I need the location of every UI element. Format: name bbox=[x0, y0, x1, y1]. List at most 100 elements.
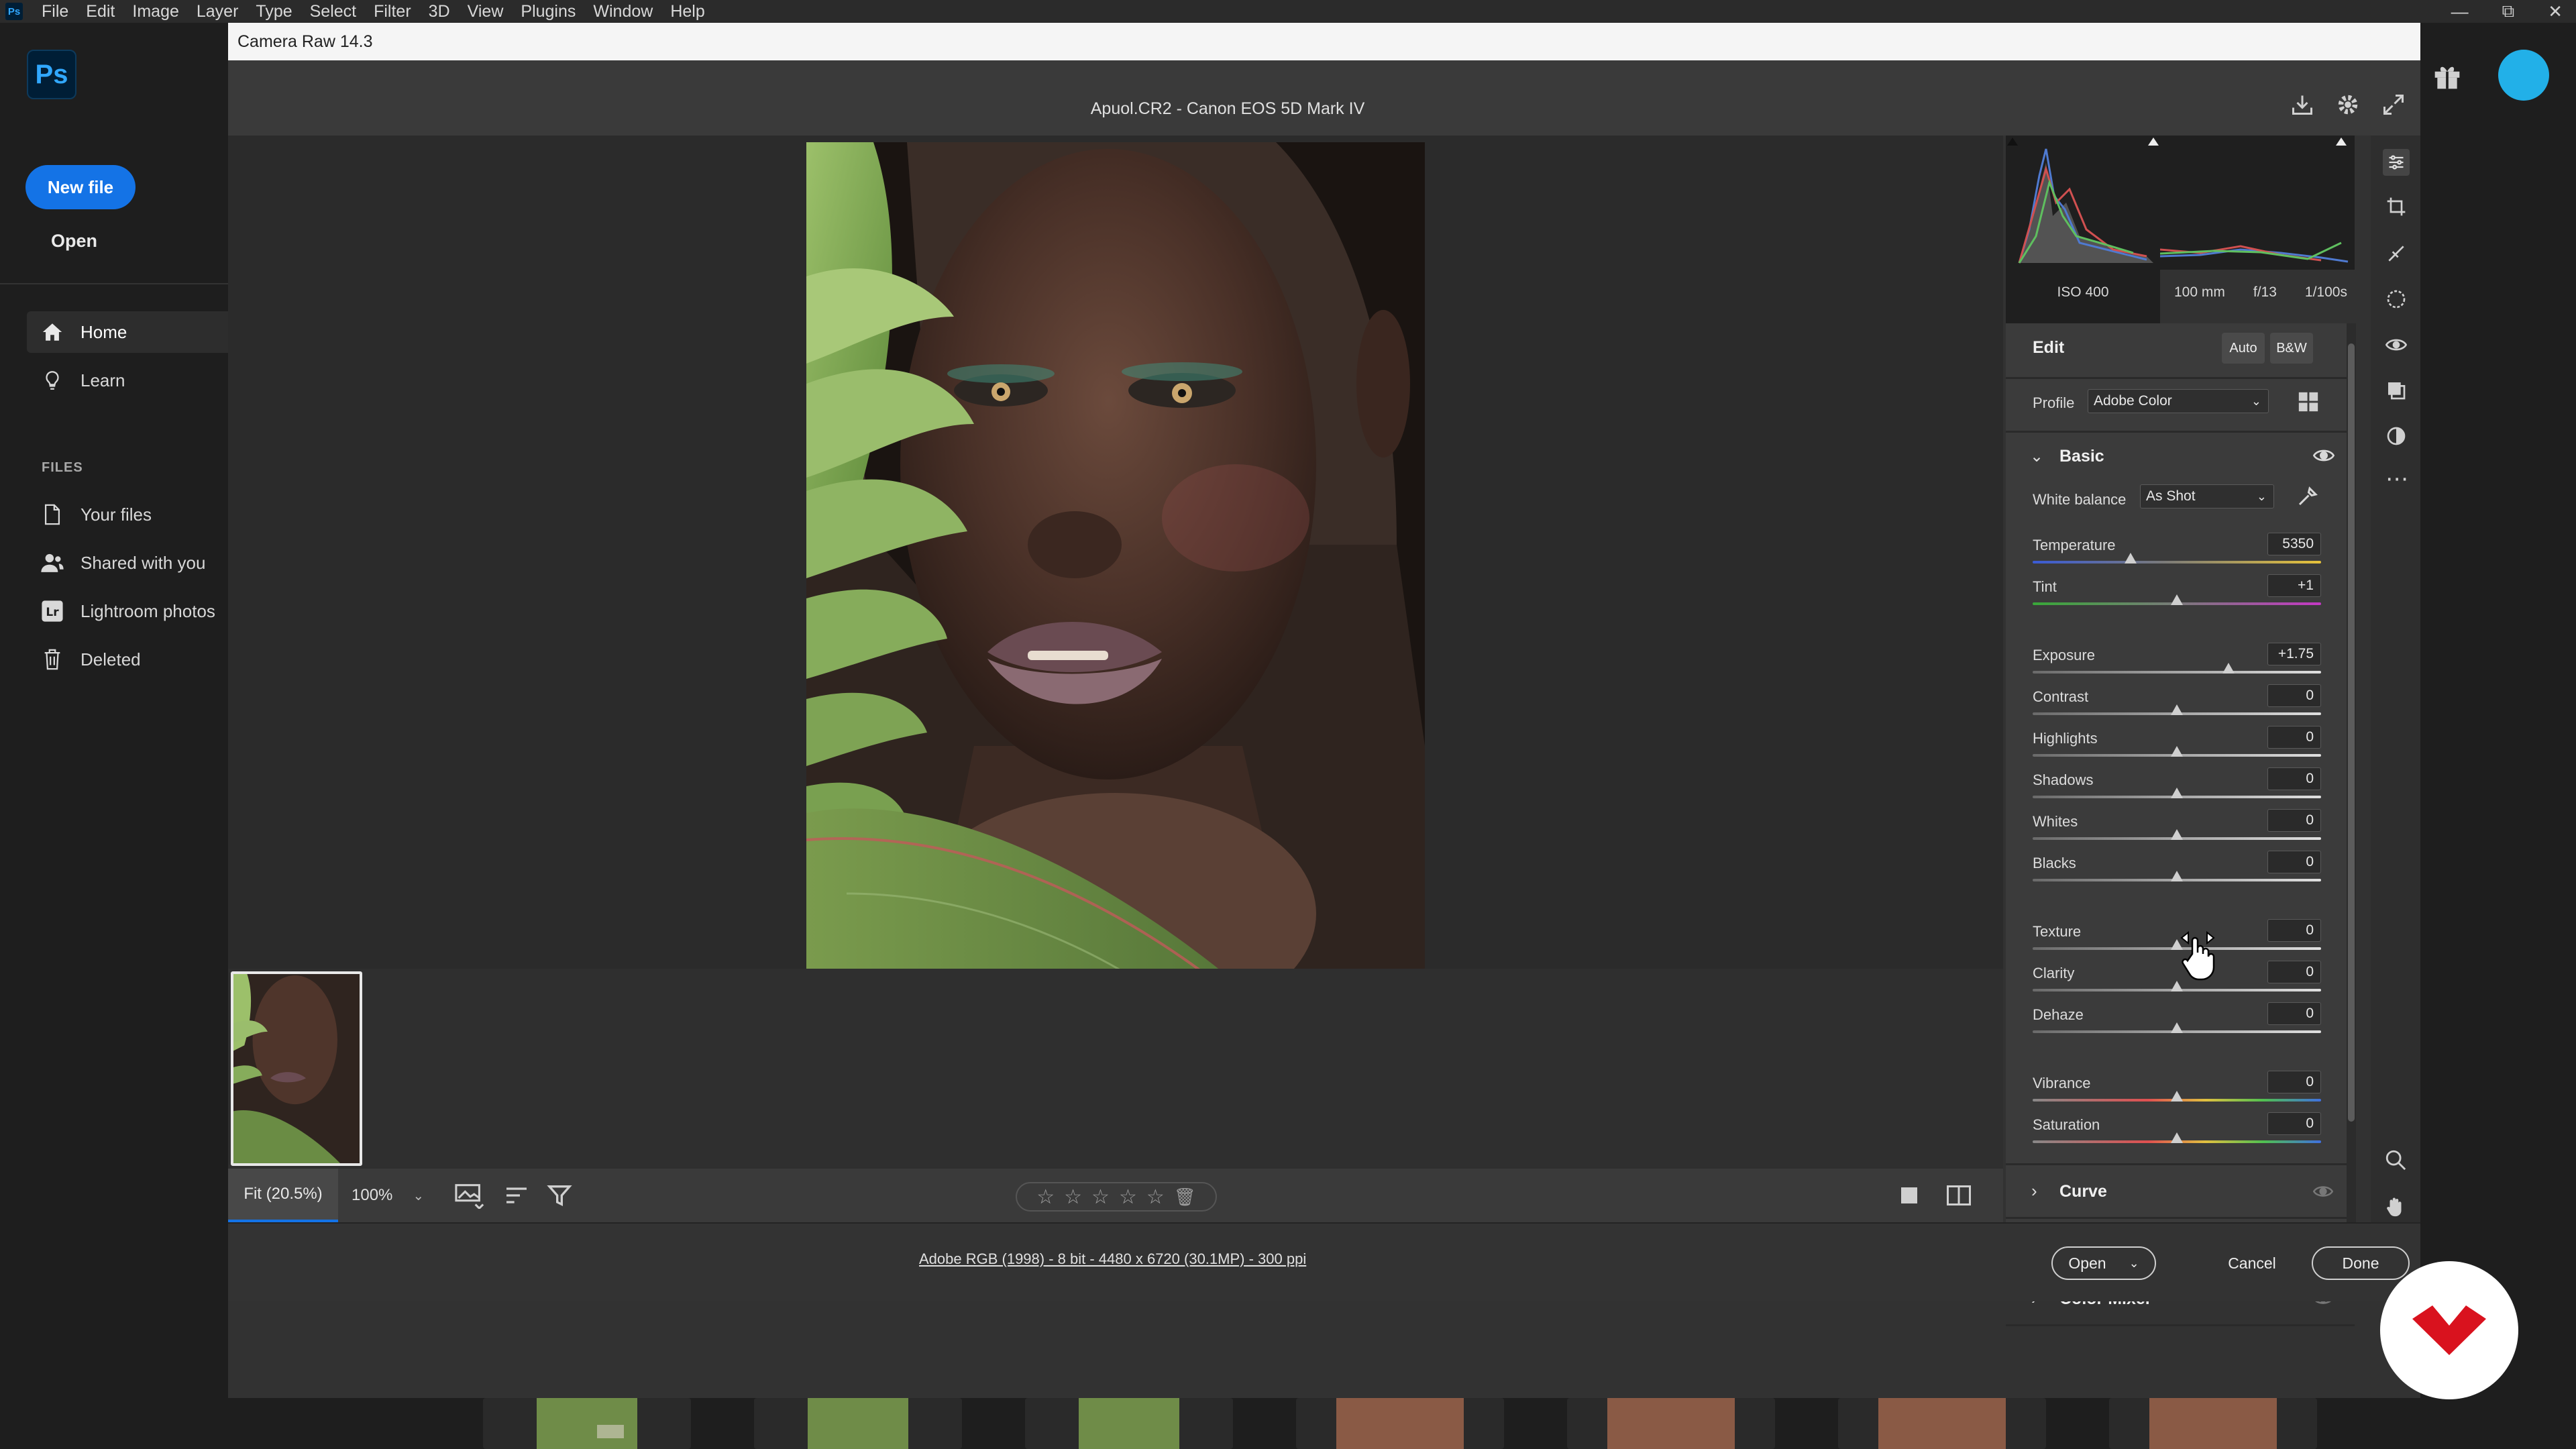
sort-icon[interactable] bbox=[503, 1182, 530, 1209]
star-icon[interactable]: ☆ bbox=[1119, 1185, 1137, 1209]
open-image-button[interactable]: Open ⌄ bbox=[2051, 1246, 2156, 1280]
section-curve[interactable]: › Curve bbox=[2006, 1175, 2355, 1229]
chevron-down-icon[interactable]: ⌄ bbox=[413, 1187, 424, 1204]
slider-handle[interactable] bbox=[2222, 663, 2235, 674]
nav-learn[interactable]: Learn bbox=[27, 360, 228, 401]
menu-window[interactable]: Window bbox=[593, 2, 653, 21]
snapshots-icon[interactable] bbox=[2385, 380, 2407, 401]
menu-select[interactable]: Select bbox=[310, 2, 356, 21]
slider-handle[interactable] bbox=[2171, 829, 2183, 840]
slider-handle[interactable] bbox=[2171, 1091, 2183, 1102]
chevron-down-icon[interactable]: ⌄ bbox=[2129, 1256, 2139, 1271]
nav-home[interactable]: Home bbox=[27, 311, 228, 353]
menu-layer[interactable]: Layer bbox=[197, 2, 239, 21]
done-button[interactable]: Done bbox=[2312, 1246, 2410, 1280]
slider-value-input[interactable]: 0 bbox=[2267, 961, 2321, 983]
slider-handle[interactable] bbox=[2171, 788, 2183, 798]
open-button[interactable]: Open bbox=[51, 231, 97, 252]
nav-shared[interactable]: Shared with you bbox=[27, 542, 228, 584]
slider-value-input[interactable]: 0 bbox=[2267, 684, 2321, 707]
slider-handle[interactable] bbox=[2171, 1132, 2183, 1143]
chevron-down-icon[interactable]: ⌄ bbox=[2030, 447, 2043, 466]
image-canvas[interactable] bbox=[228, 136, 2003, 1081]
slider-value-input[interactable]: 0 bbox=[2267, 1112, 2321, 1135]
new-file-button[interactable]: New file bbox=[25, 165, 136, 209]
slider-handle[interactable] bbox=[2171, 1022, 2183, 1033]
slider-value-input[interactable]: 0 bbox=[2267, 919, 2321, 942]
menu-image[interactable]: Image bbox=[132, 2, 178, 21]
workflow-options-link[interactable]: Adobe RGB (1998) - 8 bit - 4480 x 6720 (… bbox=[919, 1250, 1306, 1268]
eye-icon[interactable] bbox=[2313, 1183, 2333, 1199]
zoom-100-button[interactable]: 100% ⌄ bbox=[352, 1169, 424, 1222]
star-icon[interactable]: ☆ bbox=[1091, 1185, 1110, 1209]
auto-button[interactable]: Auto bbox=[2222, 333, 2265, 364]
menu-edit[interactable]: Edit bbox=[86, 2, 115, 21]
menu-3d[interactable]: 3D bbox=[429, 2, 450, 21]
hand-icon[interactable] bbox=[2384, 1195, 2407, 1218]
basic-section-title[interactable]: Basic bbox=[2059, 447, 2104, 466]
menu-help[interactable]: Help bbox=[670, 2, 704, 21]
slider-value-input[interactable]: 5350 bbox=[2267, 533, 2321, 555]
fit-zoom-button[interactable]: Fit (20.5%) bbox=[228, 1169, 338, 1222]
filmstrip-thumbnail[interactable] bbox=[231, 971, 362, 1166]
slider-value-input[interactable]: 0 bbox=[2267, 1002, 2321, 1025]
gift-icon[interactable] bbox=[2432, 62, 2462, 91]
crop-icon[interactable] bbox=[2385, 196, 2407, 217]
before-after-icon[interactable] bbox=[1945, 1183, 1972, 1208]
slider-value-input[interactable]: 0 bbox=[2267, 726, 2321, 749]
menu-plugins[interactable]: Plugins bbox=[521, 2, 576, 21]
slider-value-input[interactable]: 0 bbox=[2267, 851, 2321, 873]
slider-value-input[interactable]: 0 bbox=[2267, 1071, 2321, 1093]
slider-handle[interactable] bbox=[2125, 553, 2137, 564]
slider-value-input[interactable]: 0 bbox=[2267, 809, 2321, 832]
healing-brush-icon[interactable] bbox=[2385, 243, 2407, 264]
minimize-icon[interactable]: — bbox=[2451, 1, 2469, 22]
cancel-button[interactable]: Cancel bbox=[2210, 1246, 2294, 1280]
trash-icon[interactable]: 🗑 bbox=[1174, 1187, 1196, 1208]
user-avatar[interactable] bbox=[2498, 50, 2549, 101]
masking-icon[interactable] bbox=[2385, 288, 2407, 310]
close-icon[interactable]: ✕ bbox=[2548, 1, 2563, 22]
filmstrip-view-icon[interactable] bbox=[455, 1182, 486, 1209]
red-eye-icon[interactable] bbox=[2385, 334, 2407, 356]
single-view-icon[interactable] bbox=[1897, 1183, 1921, 1208]
eyedropper-icon[interactable] bbox=[2296, 484, 2320, 508]
bw-button[interactable]: B&W bbox=[2270, 333, 2313, 364]
filter-icon[interactable] bbox=[546, 1182, 573, 1209]
profile-browser-icon[interactable] bbox=[2297, 390, 2320, 413]
photoshop-app-icon[interactable]: Ps bbox=[5, 3, 23, 20]
star-icon[interactable]: ☆ bbox=[1146, 1185, 1165, 1209]
presets-icon[interactable] bbox=[2385, 425, 2407, 447]
star-icon[interactable]: ☆ bbox=[1064, 1185, 1082, 1209]
more-options-icon[interactable]: ⋯ bbox=[2385, 466, 2410, 492]
nav-your-files[interactable]: Your files bbox=[27, 494, 228, 535]
zoom-icon[interactable] bbox=[2384, 1148, 2407, 1171]
white-balance-dropdown[interactable]: As Shot ⌄ bbox=[2140, 484, 2274, 508]
profile-label: Profile bbox=[2033, 394, 2075, 411]
fullscreen-icon[interactable] bbox=[2381, 93, 2406, 117]
profile-dropdown[interactable]: Adobe Color ⌄ bbox=[2088, 389, 2269, 413]
menu-type[interactable]: Type bbox=[256, 2, 292, 21]
restore-icon[interactable]: ⧉ bbox=[2502, 1, 2515, 22]
eye-icon[interactable] bbox=[2313, 447, 2334, 464]
menu-filter[interactable]: Filter bbox=[374, 2, 411, 21]
settings-gear-icon[interactable] bbox=[2336, 93, 2360, 117]
edit-sliders-icon[interactable] bbox=[2383, 149, 2410, 176]
scrollbar-thumb[interactable] bbox=[2348, 343, 2355, 1122]
star-icon[interactable]: ☆ bbox=[1036, 1185, 1055, 1209]
save-image-icon[interactable] bbox=[2290, 93, 2314, 117]
nav-lightroom-photos[interactable]: Lr Lightroom photos bbox=[27, 590, 228, 632]
slider-value-input[interactable]: 0 bbox=[2267, 767, 2321, 790]
slider-handle[interactable] bbox=[2171, 871, 2183, 881]
slider-handle[interactable] bbox=[2171, 594, 2183, 605]
panel-scrollbar[interactable] bbox=[2347, 323, 2356, 1222]
slider-value-input[interactable]: +1.75 bbox=[2267, 643, 2321, 665]
slider-handle[interactable] bbox=[2171, 704, 2183, 715]
menu-view[interactable]: View bbox=[468, 2, 504, 21]
slider-handle[interactable] bbox=[2171, 746, 2183, 757]
menu-file[interactable]: File bbox=[42, 2, 68, 21]
slider-track[interactable] bbox=[2033, 561, 2321, 564]
nav-deleted[interactable]: Deleted bbox=[27, 639, 228, 680]
slider-track[interactable] bbox=[2033, 671, 2321, 674]
slider-value-input[interactable]: +1 bbox=[2267, 574, 2321, 597]
